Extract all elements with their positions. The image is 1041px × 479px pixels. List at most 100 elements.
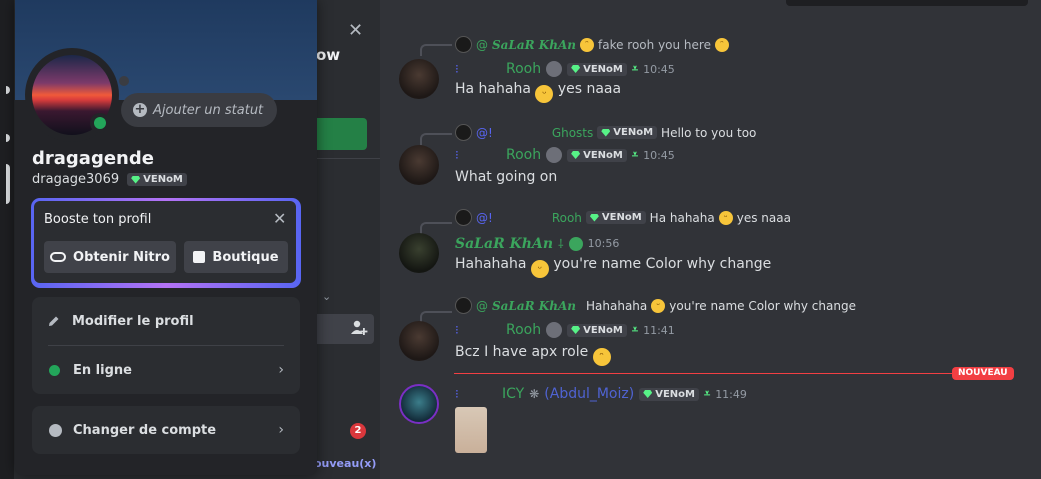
server-rail bbox=[0, 0, 14, 479]
avatar bbox=[455, 36, 472, 53]
gem-icon bbox=[601, 128, 611, 137]
avatar[interactable] bbox=[399, 233, 439, 273]
nitro-icon bbox=[50, 252, 67, 262]
role-tag: VENoM bbox=[597, 126, 658, 139]
avatar[interactable] bbox=[399, 321, 439, 361]
venom-icon: ⩡ bbox=[631, 62, 639, 75]
message-text: Hahahaha ᵕ you're name Color why change bbox=[455, 256, 771, 278]
avatar bbox=[455, 124, 472, 141]
online-status-icon bbox=[49, 364, 60, 376]
close-icon[interactable]: ✕ bbox=[273, 209, 286, 228]
mention-badge: 2 bbox=[350, 423, 366, 439]
emoji: ᵕ bbox=[651, 298, 666, 313]
role-tag: VENoM bbox=[127, 173, 187, 186]
avatar[interactable] bbox=[399, 59, 439, 99]
online-status-icon bbox=[94, 117, 106, 129]
account-card: Changer de compte › bbox=[32, 406, 300, 454]
close-icon[interactable]: ✕ bbox=[348, 20, 363, 41]
shop-button[interactable]: Boutique bbox=[184, 241, 288, 273]
reply-preview[interactable]: @! Ghosts VENoM Hello to you too bbox=[455, 124, 756, 141]
image-attachment[interactable] bbox=[455, 407, 487, 453]
avatar bbox=[455, 209, 472, 226]
message-header: ⁝ Rooh VENoM ⩡ 10:45 bbox=[455, 61, 675, 77]
reply-connector bbox=[420, 44, 452, 56]
new-messages-divider bbox=[454, 373, 1014, 374]
chevron-right-icon: › bbox=[278, 362, 284, 378]
message-header: ⁝ ICY ❋ (Abdul_Moiz) VENoM ⩡ 11:49 bbox=[455, 386, 747, 402]
emoji: ᵕ bbox=[718, 210, 733, 225]
shop-icon bbox=[193, 251, 206, 263]
reply-preview[interactable]: @! Rooh VENoM Ha hahaha ᵕ yes naaa bbox=[455, 209, 791, 226]
timestamp: 11:49 bbox=[715, 387, 747, 401]
emoji bbox=[546, 61, 563, 77]
sidebar-header-fragment: ow bbox=[316, 46, 341, 64]
get-nitro-button[interactable]: Obtenir Nitro bbox=[44, 241, 176, 273]
gem-icon bbox=[131, 175, 141, 184]
divider bbox=[316, 158, 380, 159]
author-name[interactable]: Rooh bbox=[506, 322, 541, 338]
author-name[interactable]: ICY bbox=[502, 386, 524, 402]
timestamp: 10:45 bbox=[643, 148, 675, 162]
author-name[interactable]: Rooh bbox=[506, 61, 541, 77]
gem-icon bbox=[571, 326, 581, 334]
reply-preview[interactable]: @ SaLaR KhAn Hahahaha ᵕ you're name Colo… bbox=[455, 297, 856, 314]
venom-icon: ⩡ bbox=[703, 387, 711, 400]
message-text: Bcz I have apx role ᵔ bbox=[455, 344, 611, 366]
search-input[interactable] bbox=[786, 0, 1028, 6]
timestamp: 10:56 bbox=[587, 237, 620, 250]
account-icon bbox=[49, 423, 62, 437]
avatar[interactable] bbox=[399, 145, 439, 185]
username[interactable]: dragage3069 bbox=[32, 172, 119, 187]
role-tag: VENoM bbox=[585, 211, 646, 224]
role-tag: VENoM bbox=[567, 148, 627, 162]
message-header: ⁝ Rooh VENoM ⩡ 11:41 bbox=[455, 322, 675, 338]
message-text: Ha hahaha ᵕ yes naaa bbox=[455, 81, 621, 103]
avatar bbox=[455, 297, 472, 314]
avatar[interactable] bbox=[399, 384, 439, 424]
display-name: dragagende bbox=[32, 148, 154, 169]
emoji bbox=[568, 236, 583, 251]
reply-preview[interactable]: @ SaLaR KhAn ᵔ fake rooh you here ᵔ bbox=[455, 36, 729, 53]
emoji: ᵔ bbox=[580, 37, 594, 52]
username-row: dragage3069 VENoM bbox=[32, 172, 187, 187]
message-header: SaLaR KhAn ⸸ 10:56 bbox=[455, 235, 620, 252]
emoji: ᵔ bbox=[592, 348, 611, 366]
gem-icon bbox=[589, 213, 599, 222]
profile-popout: + Ajouter un statut dragagende dragage30… bbox=[15, 0, 317, 475]
author-name[interactable]: SaLaR KhAn bbox=[455, 236, 553, 252]
timestamp: 10:45 bbox=[643, 62, 675, 76]
gem-icon bbox=[571, 151, 581, 159]
reply-connector bbox=[420, 133, 452, 145]
add-user-icon[interactable] bbox=[350, 319, 368, 337]
reply-connector bbox=[420, 222, 452, 234]
venom-icon: ⩡ bbox=[631, 323, 639, 336]
add-status-button[interactable]: + Ajouter un statut bbox=[121, 93, 278, 127]
venom-icon: ⩡ bbox=[631, 148, 639, 161]
role-tag: VENoM bbox=[567, 323, 627, 337]
sidebar-green-button[interactable] bbox=[316, 118, 367, 150]
emoji: ᵕ bbox=[530, 260, 549, 278]
message-text: What going on bbox=[455, 169, 558, 185]
edit-profile-item[interactable]: Modifier le profil bbox=[32, 297, 300, 345]
author-name[interactable]: Rooh bbox=[506, 147, 541, 163]
switch-account-item[interactable]: Changer de compte › bbox=[32, 406, 300, 454]
status-item[interactable]: En ligne › bbox=[32, 346, 300, 394]
message-header: ⁝ Rooh VENoM ⩡ 10:45 bbox=[455, 147, 675, 163]
status-bubble-tail bbox=[119, 76, 129, 86]
emoji bbox=[546, 322, 563, 338]
plus-icon: + bbox=[133, 102, 147, 117]
emoji: ᵔ bbox=[714, 37, 729, 52]
timestamp: 11:41 bbox=[643, 323, 675, 337]
chevron-right-icon: › bbox=[278, 422, 284, 438]
emoji bbox=[546, 147, 563, 163]
emoji: ᵕ bbox=[535, 85, 554, 103]
role-tag: VENoM bbox=[567, 62, 627, 76]
chevron-down-icon[interactable]: ⌄ bbox=[322, 290, 331, 303]
server-indicator-active bbox=[6, 164, 10, 204]
new-messages-label[interactable]: ouveau(x) bbox=[314, 457, 376, 470]
gem-icon bbox=[643, 390, 653, 398]
profile-menu-card: Modifier le profil En ligne › bbox=[32, 297, 300, 394]
new-messages-badge: NOUVEAU bbox=[952, 367, 1014, 380]
gem-icon bbox=[571, 65, 581, 73]
pencil-icon bbox=[49, 316, 59, 326]
